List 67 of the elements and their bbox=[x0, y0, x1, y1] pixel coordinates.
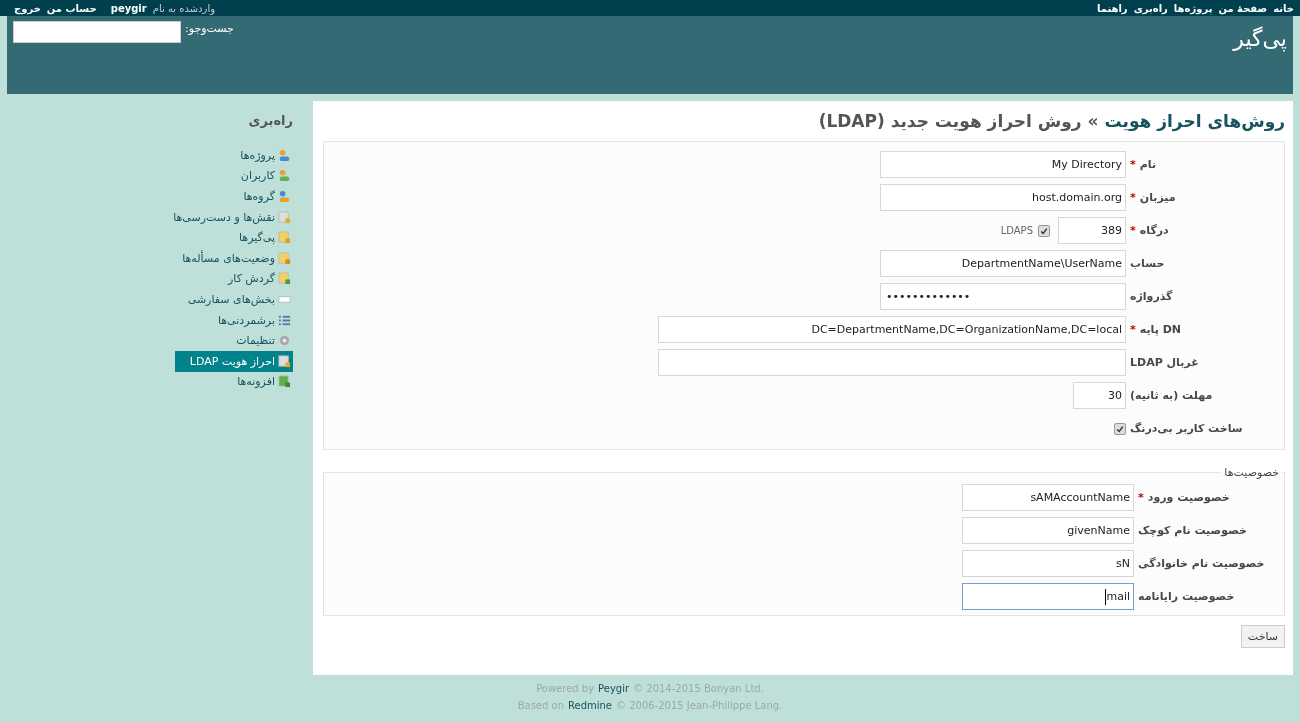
sidebar-item[interactable]: بخش‌های سفارشی bbox=[175, 289, 293, 310]
field-label: خصوصیت رایانامه bbox=[1138, 590, 1235, 603]
required-mark: * bbox=[1130, 158, 1136, 171]
sidebar-item[interactable]: تنظیمات bbox=[175, 330, 293, 351]
sidebar-item[interactable]: پروژه‌ها bbox=[175, 145, 293, 166]
field-label: حساب bbox=[1130, 257, 1165, 270]
account-menu-link[interactable]: حساب من bbox=[46, 2, 97, 14]
input-field[interactable]: 30 bbox=[1073, 382, 1126, 409]
logged-in-text: واردشده به نام bbox=[152, 2, 215, 14]
sidebar-item[interactable]: احراز هویت LDAP bbox=[175, 350, 293, 372]
user-link[interactable]: peygir bbox=[110, 2, 147, 14]
sidebar-item[interactable]: گردش کار bbox=[175, 268, 293, 290]
field-label: خصوصیت نام کوچک bbox=[1138, 524, 1247, 537]
checkbox[interactable] bbox=[1114, 422, 1126, 435]
field-label: نام bbox=[1139, 158, 1157, 171]
input-field[interactable]: DepartmentName\UserName bbox=[880, 250, 1126, 277]
field-label: ساخت کاربر بی‌درنگ bbox=[1130, 422, 1243, 435]
sidebar-item[interactable]: وضعیت‌های مسأله‌ها bbox=[175, 247, 293, 269]
required-mark: * bbox=[1130, 224, 1136, 237]
checkbox[interactable] bbox=[1038, 224, 1050, 237]
input-field[interactable]: mail bbox=[962, 583, 1134, 610]
input-field[interactable]: ••••••••••••• bbox=[880, 283, 1126, 310]
field-label: میزبان bbox=[1139, 191, 1176, 204]
input-field[interactable]: sAMAccountName bbox=[962, 484, 1134, 511]
top-menu-link[interactable]: راه‌بری bbox=[1133, 2, 1168, 14]
input-field[interactable]: 389 bbox=[1058, 217, 1126, 244]
input-field[interactable]: givenName bbox=[962, 517, 1134, 544]
input-field[interactable] bbox=[658, 349, 1126, 376]
create-button[interactable]: ساخت bbox=[1240, 625, 1285, 648]
checkbox-label: LDAPS bbox=[1000, 225, 1033, 236]
sidebar-item[interactable]: افزونه‌ها bbox=[175, 371, 293, 393]
note-icon bbox=[278, 231, 291, 245]
field-label: خصوصیت ورود bbox=[1147, 491, 1230, 504]
top-menu-link[interactable]: پروژه‌ها bbox=[1173, 2, 1213, 14]
field-label: DN پایه bbox=[1139, 323, 1181, 336]
field-label: درگاه bbox=[1139, 224, 1169, 237]
sidebar-item[interactable]: برشمردنی‌ها bbox=[175, 309, 293, 331]
input-field[interactable]: My Directory bbox=[880, 151, 1126, 178]
footer-link[interactable]: Redmine bbox=[568, 697, 612, 714]
list-icon bbox=[278, 313, 291, 327]
search-label: جست‌وجو: bbox=[185, 21, 234, 35]
sidebar-item[interactable]: کاربران bbox=[175, 165, 293, 187]
person-icon bbox=[278, 169, 291, 183]
top-menu-link[interactable]: راهنما bbox=[1096, 2, 1128, 14]
input-field[interactable]: host.domain.org bbox=[880, 184, 1126, 211]
field-label: مهلت (به ثانیه) bbox=[1130, 389, 1213, 402]
sidebar-heading: راه‌بری bbox=[247, 113, 293, 128]
sidebar-item[interactable]: گروه‌ها bbox=[175, 186, 293, 207]
footer-link[interactable]: Peygir bbox=[598, 680, 630, 697]
search-field[interactable] bbox=[13, 21, 181, 43]
required-mark: * bbox=[1130, 323, 1136, 336]
account-menu-link[interactable]: خروج bbox=[14, 2, 41, 14]
required-mark: * bbox=[1130, 191, 1136, 204]
field-label: خصوصیت نام خانوادگی bbox=[1138, 557, 1265, 570]
field-label: گذرواژه bbox=[1130, 290, 1173, 303]
breadcrumb-link[interactable]: روش‌های احراز هویت bbox=[1104, 111, 1285, 131]
site-title: پی‌گیر bbox=[1233, 26, 1287, 51]
sidebar-item[interactable]: نقش‌ها و دست‌رسی‌ها bbox=[175, 206, 293, 228]
section-legend: خصوصیت‌ها bbox=[1221, 466, 1282, 479]
sidebar-item[interactable]: پی‌گیرها bbox=[175, 227, 293, 248]
top-menu-link[interactable]: خانه bbox=[1273, 2, 1294, 14]
top-menu-link[interactable]: صفحهٔ من bbox=[1218, 2, 1268, 14]
page-title: » روش احراز هویت جدید (LDAP) bbox=[818, 111, 1099, 131]
field-label: غربال LDAP bbox=[1130, 356, 1199, 369]
input-field[interactable]: sN bbox=[962, 550, 1134, 577]
required-mark: * bbox=[1138, 491, 1144, 504]
input-field[interactable]: DC=DepartmentName,DC=OrganizationName,DC=local bbox=[658, 316, 1126, 343]
